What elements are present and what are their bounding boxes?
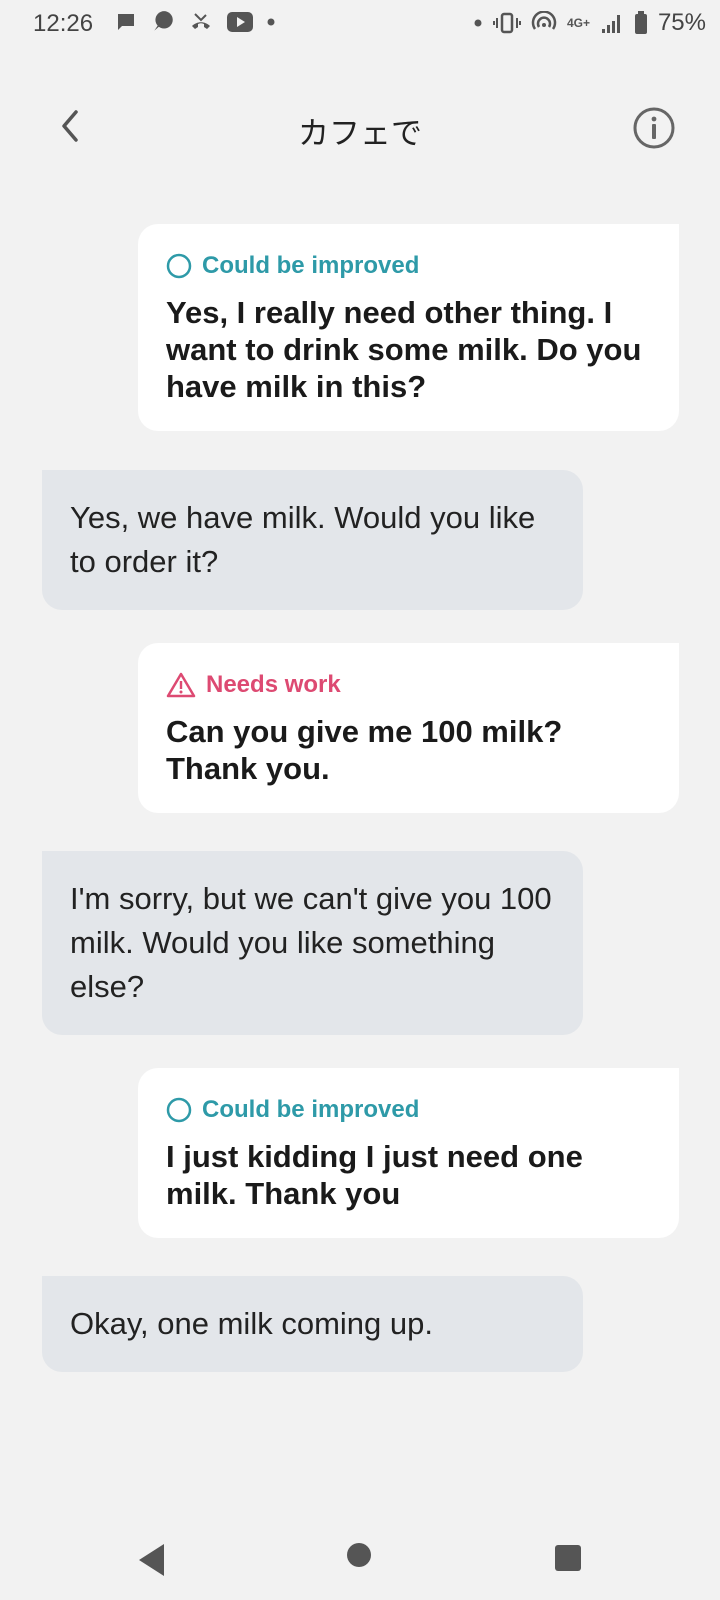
chat-bubble-icon — [154, 11, 173, 31]
app-header: カフェで — [0, 90, 720, 170]
user-message: Could be improved I just kidding I just … — [138, 1068, 679, 1238]
user-message: Could be improved Yes, I really need oth… — [138, 224, 679, 431]
nav-home-icon[interactable] — [346, 1542, 372, 1568]
vibrate-icon — [492, 12, 521, 34]
feedback-badge: Could be improved — [166, 1096, 651, 1124]
feedback-badge: Could be improved — [166, 252, 651, 280]
dot-icon — [267, 18, 275, 26]
user-message-text: Yes, I really need other thing. I want t… — [166, 295, 642, 404]
system-nav-bar — [0, 1520, 720, 1600]
notification-icons — [114, 9, 276, 35]
bot-message-text: Yes, we have milk. Would you like to ord… — [70, 500, 536, 579]
nav-back-icon[interactable] — [136, 1542, 166, 1578]
nav-recents-icon[interactable] — [554, 1544, 582, 1572]
system-icons: 4G+ 75% — [473, 9, 706, 37]
signal-icon — [601, 15, 620, 33]
status-time: 12:26 — [33, 10, 94, 37]
battery-percent: 75% — [657, 9, 706, 36]
feedback-label: Could be improved — [202, 252, 420, 279]
feedback-label: Needs work — [206, 671, 341, 698]
missed-call-icon — [192, 13, 210, 29]
circle-icon — [166, 253, 192, 279]
bot-message-text: Okay, one milk coming up. — [70, 1306, 433, 1341]
info-icon — [633, 107, 675, 149]
dot-icon — [474, 19, 482, 27]
feedback-badge: Needs work — [166, 671, 651, 699]
status-bar: 12:26 4G+ 75% — [0, 0, 720, 48]
user-message-text: Can you give me 100 milk? Thank you. — [166, 714, 563, 786]
bot-message: I'm sorry, but we can't give you 100 mil… — [42, 851, 583, 1035]
network-type: 4G+ — [566, 16, 590, 30]
warning-triangle-icon — [166, 672, 196, 698]
bot-message: Okay, one milk coming up. — [42, 1276, 583, 1372]
chat-bubble-icon — [118, 14, 134, 30]
youtube-icon — [227, 12, 253, 32]
info-button[interactable] — [632, 106, 676, 150]
hotspot-icon — [531, 11, 557, 30]
page-title: カフェで — [298, 116, 422, 152]
feedback-label: Could be improved — [202, 1096, 420, 1123]
bot-message-text: I'm sorry, but we can't give you 100 mil… — [70, 881, 552, 1004]
battery-icon — [634, 11, 647, 34]
circle-icon — [166, 1097, 192, 1123]
user-message: Needs work Can you give me 100 milk? Tha… — [138, 643, 679, 813]
user-message-text: I just kidding I just need one milk. Tha… — [166, 1139, 583, 1211]
bot-message: Yes, we have milk. Would you like to ord… — [42, 470, 583, 610]
